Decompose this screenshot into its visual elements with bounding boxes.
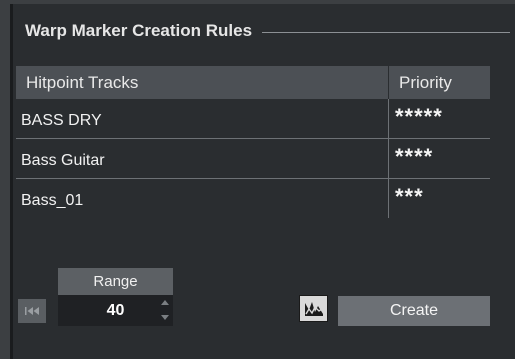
skip-to-start-icon xyxy=(25,307,39,315)
priority-cell[interactable]: **** xyxy=(388,139,490,178)
range-label: Range xyxy=(58,268,173,295)
range-spinner[interactable] xyxy=(161,298,169,322)
hitpoint-table: Hitpoint Tracks Priority BASS DRY ***** … xyxy=(16,66,490,218)
range-value-field[interactable]: 40 xyxy=(58,295,173,326)
warp-marker-button[interactable] xyxy=(299,295,328,322)
table-header: Hitpoint Tracks Priority xyxy=(16,66,490,99)
increment-arrow-icon[interactable] xyxy=(161,300,169,305)
range-control: Range 40 xyxy=(58,268,173,326)
range-value[interactable]: 40 xyxy=(107,302,125,320)
priority-cell[interactable]: ***** xyxy=(388,99,490,138)
create-button[interactable]: Create xyxy=(338,296,490,326)
go-to-first-button[interactable] xyxy=(18,299,46,323)
column-header-priority[interactable]: Priority xyxy=(388,66,490,99)
panel-title: Warp Marker Creation Rules xyxy=(25,21,253,40)
warp-marker-icon xyxy=(304,301,323,316)
track-name-cell[interactable]: Bass_01 xyxy=(16,179,388,218)
table-row[interactable]: Bass_01 *** xyxy=(16,179,490,218)
track-name-cell[interactable]: Bass Guitar xyxy=(16,139,388,178)
table-row[interactable]: Bass Guitar **** xyxy=(16,139,490,179)
header-divider xyxy=(262,31,510,33)
panel-header: Warp Marker Creation Rules xyxy=(25,18,510,44)
column-header-hitpoint-tracks[interactable]: Hitpoint Tracks xyxy=(16,73,388,93)
table-row[interactable]: BASS DRY ***** xyxy=(16,99,490,139)
priority-cell[interactable]: *** xyxy=(388,179,490,218)
track-name-cell[interactable]: BASS DRY xyxy=(16,99,388,138)
decrement-arrow-icon[interactable] xyxy=(161,315,169,320)
